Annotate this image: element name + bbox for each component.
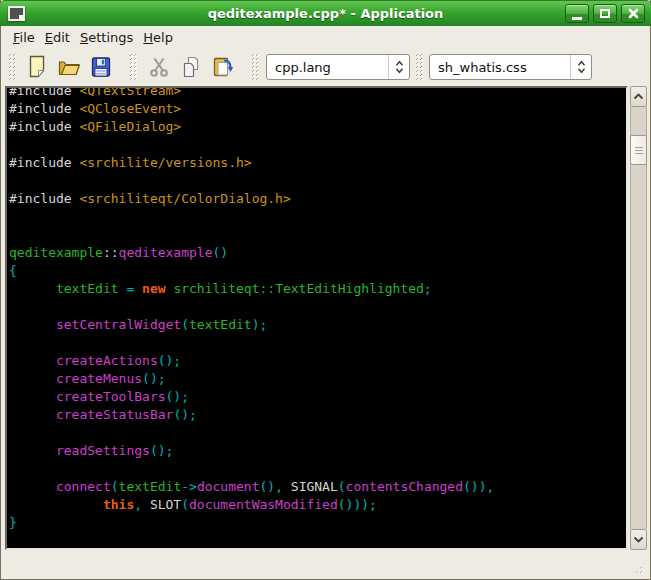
code-editor[interactable]: #include <QTextStream>#include <QCloseEv… xyxy=(5,86,628,550)
minimize-button[interactable] xyxy=(565,4,589,23)
style-combobox[interactable]: sh_whatis.css xyxy=(429,54,592,80)
menu-file[interactable]: File xyxy=(8,28,40,47)
code-line: } xyxy=(9,514,626,532)
code-line: this, SLOT(documentWasModified())); xyxy=(9,496,626,514)
code-line: readSettings(); xyxy=(9,442,626,460)
menu-settings[interactable]: Settings xyxy=(75,28,138,47)
code-line: qeditexample::qeditexample() xyxy=(9,244,626,262)
code-line: connect(textEdit->document(), SIGNAL(con… xyxy=(9,478,626,496)
code-line: createToolBars(); xyxy=(9,388,626,406)
copy-icon xyxy=(179,55,203,79)
maximize-button[interactable] xyxy=(593,4,617,23)
code-line xyxy=(9,424,626,442)
code-line xyxy=(9,460,626,478)
code-line: #include <srchilite/versions.h> xyxy=(9,154,626,172)
code-line: createMenus(); xyxy=(9,370,626,388)
scrollbar-track[interactable] xyxy=(630,107,647,529)
statusbar xyxy=(1,550,650,580)
code-line xyxy=(9,136,626,154)
editor-area: #include <QTextStream>#include <QCloseEv… xyxy=(1,86,650,550)
toolbar-handle[interactable] xyxy=(9,54,16,80)
code-content: #include <QTextStream>#include <QCloseEv… xyxy=(7,86,626,532)
code-line xyxy=(9,334,626,352)
code-line: createStatusBar(); xyxy=(9,406,626,424)
close-button[interactable] xyxy=(621,4,645,23)
minimize-icon xyxy=(572,17,582,20)
menu-edit[interactable]: Edit xyxy=(40,28,75,47)
arrow-up-icon xyxy=(633,93,644,100)
scroll-up-button[interactable] xyxy=(630,86,647,107)
code-line: #include <srchiliteqt/ColorDialog.h> xyxy=(9,190,626,208)
new-file-button[interactable] xyxy=(22,52,52,82)
code-line: #include <QFileDialog> xyxy=(9,118,626,136)
resize-grip[interactable] xyxy=(631,562,645,576)
style-combobox-value: sh_whatis.css xyxy=(430,60,570,75)
combo-arrows-icon-2[interactable] xyxy=(570,55,591,79)
scrollbar-thumb[interactable] xyxy=(630,135,647,165)
code-line: setCentralWidget(textEdit); xyxy=(9,316,626,334)
code-line: #include <QTextStream> xyxy=(9,86,626,100)
toolbar-separator-2 xyxy=(252,54,260,80)
open-folder-icon xyxy=(57,55,81,79)
code-line: textEdit = new srchiliteqt::TextEditHigh… xyxy=(9,280,626,298)
paste-button[interactable] xyxy=(208,52,238,82)
save-icon xyxy=(89,55,113,79)
arrow-down-icon xyxy=(633,536,644,543)
application-window: qeditexample.cpp* - Application File Edi… xyxy=(0,0,651,580)
new-file-icon xyxy=(25,55,49,79)
language-combobox[interactable]: cpp.lang xyxy=(266,54,410,80)
code-line: { xyxy=(9,262,626,280)
code-line: #include <QCloseEvent> xyxy=(9,100,626,118)
code-line: createActions(); xyxy=(9,352,626,370)
code-line xyxy=(9,226,626,244)
cut-icon xyxy=(147,55,171,79)
save-button[interactable] xyxy=(86,52,116,82)
maximize-icon xyxy=(600,9,610,18)
toolbar-handle-2[interactable] xyxy=(416,54,423,80)
menu-help[interactable]: Help xyxy=(138,28,178,47)
code-line xyxy=(9,298,626,316)
language-combobox-value: cpp.lang xyxy=(267,60,388,75)
titlebar[interactable]: qeditexample.cpp* - Application xyxy=(0,0,651,26)
scrollbar-grip-icon xyxy=(635,147,643,154)
code-line xyxy=(9,208,626,226)
close-icon xyxy=(628,8,639,19)
vertical-scrollbar[interactable] xyxy=(630,86,647,550)
scroll-down-button[interactable] xyxy=(630,529,647,550)
toolbar: cpp.lang sh_whatis.css xyxy=(1,48,650,86)
menubar: File Edit Settings Help xyxy=(1,26,650,48)
open-file-button[interactable] xyxy=(54,52,84,82)
paste-icon xyxy=(211,55,235,79)
copy-button[interactable] xyxy=(176,52,206,82)
combo-arrows-icon[interactable] xyxy=(388,55,409,79)
cut-button[interactable] xyxy=(144,52,174,82)
window-title: qeditexample.cpp* - Application xyxy=(0,6,651,21)
toolbar-separator xyxy=(130,54,138,80)
code-line xyxy=(9,172,626,190)
